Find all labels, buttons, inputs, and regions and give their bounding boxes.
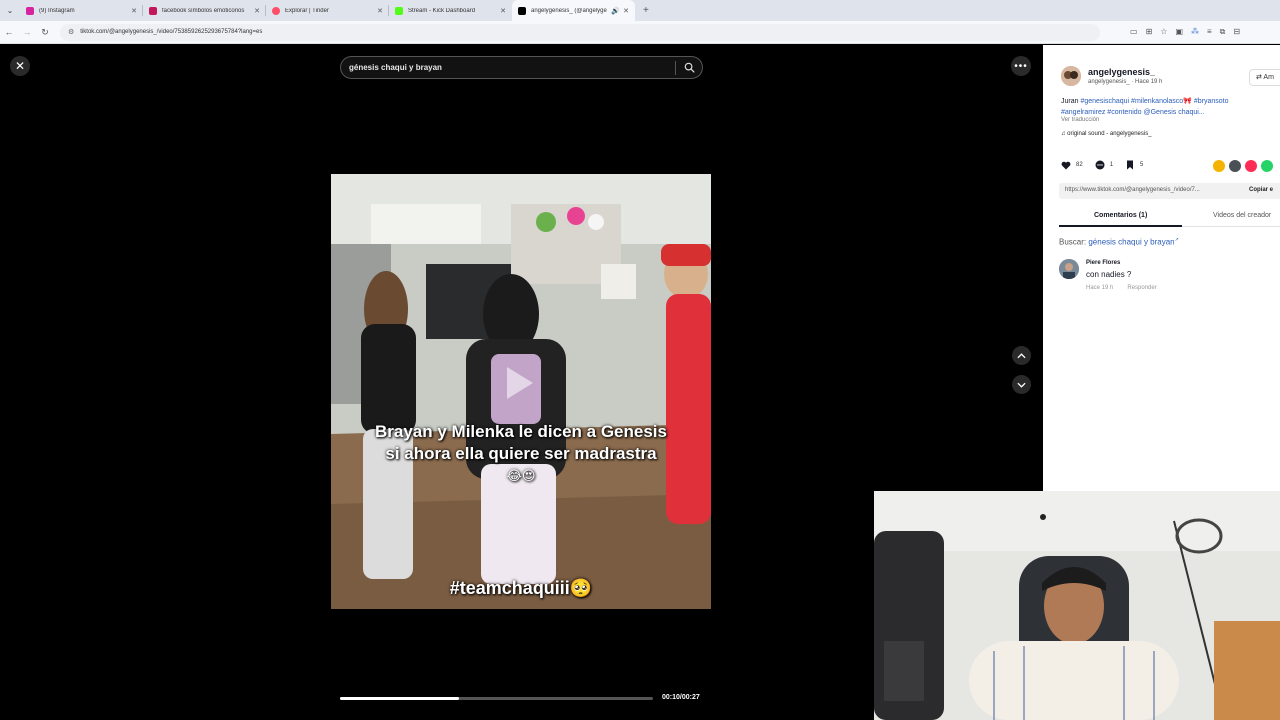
play-icon[interactable]	[507, 367, 533, 399]
post-details-panel: angelygenesis_ angelygenesis_ · Hace 19 …	[1043, 45, 1280, 491]
commenter-avatar[interactable]	[1059, 259, 1079, 279]
reload-icon[interactable]: ↻	[36, 27, 54, 38]
whatsapp-icon[interactable]	[1261, 160, 1273, 172]
browser-tab-instagram[interactable]: (9) Instagram ✕	[20, 0, 143, 21]
like-count: 82	[1076, 162, 1083, 168]
close-icon[interactable]: ✕	[623, 7, 629, 15]
see-translation-link[interactable]: Ver traducción	[1061, 117, 1099, 123]
video-caption-line1: Brayan y Milenka le dicen a Genesis	[375, 422, 667, 441]
sound-link[interactable]: ♫ original sound - angelygenesis_	[1061, 131, 1152, 137]
reply-button[interactable]: Responder	[1127, 285, 1156, 291]
previous-video-chevron-up-icon[interactable]	[1012, 346, 1031, 365]
url-text: tiktok.com/@angelygenesis_/video/7538592…	[80, 29, 263, 35]
heart-icon[interactable]	[1061, 160, 1071, 170]
new-tab-button[interactable]: +	[643, 5, 649, 16]
browser-tab-tiktok[interactable]: angelygenesis_ (@angelyge 🔊 ✕	[512, 0, 635, 21]
comment-meta: Hace 19 h Responder	[1086, 285, 1157, 291]
close-icon[interactable]: ✕	[500, 7, 506, 15]
video-hashtag: #teamchaquiii🥺	[449, 578, 593, 598]
browser-tab-facebook[interactable]: facebook símbolos emoticonos ✕	[143, 0, 266, 21]
comment-text: con nadies ?	[1086, 270, 1132, 279]
speaker-icon[interactable]: 🔊	[611, 7, 620, 15]
tiktok-icon	[518, 6, 526, 15]
puzzle-icon[interactable]: ⧉	[1220, 27, 1226, 37]
copy-link-button[interactable]: Copiar e	[1249, 187, 1273, 193]
extension-icon[interactable]: ⊟	[1233, 27, 1240, 37]
video-link-field[interactable]: https://www.tiktok.com/@angelygenesis_/v…	[1059, 183, 1280, 199]
bookmark-star-icon[interactable]: ☆	[1160, 27, 1167, 37]
extension-icon[interactable]: ⁂	[1191, 27, 1199, 37]
tab-title: Explorar | Tinder	[285, 7, 329, 14]
browser-tab-bar: ⌄ (9) Instagram ✕ facebook símbolos emot…	[0, 0, 1280, 21]
save-count: 5	[1140, 162, 1144, 168]
video-caption-line2: si ahora ella quiere ser madrastra	[385, 444, 657, 463]
search-icon[interactable]	[676, 62, 702, 73]
share-options	[1213, 160, 1273, 172]
more-options-icon[interactable]: •••	[1011, 56, 1031, 76]
next-video-chevron-down-icon[interactable]	[1012, 375, 1031, 394]
comment-count: 1	[1109, 162, 1114, 168]
tab-title: facebook símbolos emoticonos	[162, 7, 245, 14]
hashtag-links[interactable]: #genesischaqui #milenkanolasco🎀 #bryanso…	[1080, 98, 1228, 105]
video-progress-bar[interactable]	[340, 697, 653, 700]
search-bar[interactable]: génesis chaqui y brayan	[340, 56, 703, 79]
embed-icon[interactable]	[1229, 160, 1241, 172]
browser-tab-kick[interactable]: Stream - Kick Dashboard ✕	[389, 0, 512, 21]
webcam-overlay	[874, 491, 1280, 720]
related-search[interactable]: Buscar: génesis chaqui y brayan↗	[1059, 237, 1179, 247]
webcam-image	[874, 491, 1280, 720]
install-app-icon[interactable]: ▭	[1130, 27, 1138, 37]
extension-icon[interactable]: ≡	[1207, 27, 1212, 37]
creator-username[interactable]: angelygenesis_	[1088, 67, 1155, 77]
facebook-symbols-icon	[149, 6, 157, 15]
address-bar[interactable]: ⚙ tiktok.com/@angelygenesis_/video/75385…	[60, 23, 1100, 41]
comments-tabs: Comentarios (1) Videos del creador	[1059, 210, 1280, 227]
back-arrow-icon[interactable]: ←	[0, 27, 18, 37]
creator-handle-time: angelygenesis_ · Hace 19 h	[1088, 79, 1163, 85]
browser-tab-tinder[interactable]: Explorar | Tinder ✕	[266, 0, 389, 21]
close-icon[interactable]: ✕	[377, 7, 383, 15]
tab-title: Stream - Kick Dashboard	[408, 7, 476, 14]
video-player[interactable]: Brayan y Milenka le dicen a Genesis si a…	[331, 174, 711, 609]
toolbar-icons: ▭ ⊞ ☆ ▣ ⁂ ≡ ⧉ ⊟	[1130, 27, 1240, 37]
engagement-stats: 82 1 5	[1061, 160, 1155, 170]
translate-icon[interactable]: ⊞	[1146, 27, 1153, 37]
video-time: 00:10/00:27	[662, 694, 700, 701]
video-caption-emoji: 😂😍	[506, 468, 536, 483]
forward-arrow-icon[interactable]: →	[18, 27, 36, 37]
hashtag-links[interactable]: #angelramirez #contenido @Genesis chaqui…	[1061, 109, 1205, 116]
tinder-icon	[272, 6, 280, 15]
share-friends-icon[interactable]	[1213, 160, 1225, 172]
tab-creator-videos[interactable]: Videos del creador	[1213, 212, 1271, 219]
site-settings-icon[interactable]: ⚙	[68, 28, 74, 36]
commenter-name[interactable]: Piere Flores	[1086, 260, 1120, 266]
search-arrow-icon: ↗	[1174, 237, 1179, 243]
close-icon[interactable]: ✕	[254, 7, 260, 15]
extension-icon[interactable]: ▣	[1175, 27, 1183, 37]
post-description: Juran #genesischaqui #milenkanolasco🎀 #b…	[1061, 98, 1229, 116]
send-icon[interactable]	[1245, 160, 1257, 172]
follow-button[interactable]: ⇄ Am	[1249, 69, 1280, 86]
tab-title: (9) Instagram	[39, 7, 75, 14]
address-toolbar: ← → ↻ ⚙ tiktok.com/@angelygenesis_/video…	[0, 21, 1280, 44]
tab-search-icon[interactable]: ⌄	[0, 0, 20, 21]
close-icon[interactable]: ✕	[131, 7, 137, 15]
tab-title: angelygenesis_ (@angelyge	[531, 7, 607, 14]
kick-icon	[395, 6, 403, 15]
tab-comments[interactable]: Comentarios (1)	[1094, 212, 1147, 219]
creator-avatar[interactable]	[1061, 66, 1081, 86]
comment-icon[interactable]	[1095, 160, 1105, 170]
instagram-icon	[26, 6, 34, 15]
bookmark-icon[interactable]	[1125, 160, 1135, 170]
search-query: génesis chaqui y brayan	[349, 63, 442, 72]
close-video-button[interactable]: ✕	[10, 56, 30, 76]
